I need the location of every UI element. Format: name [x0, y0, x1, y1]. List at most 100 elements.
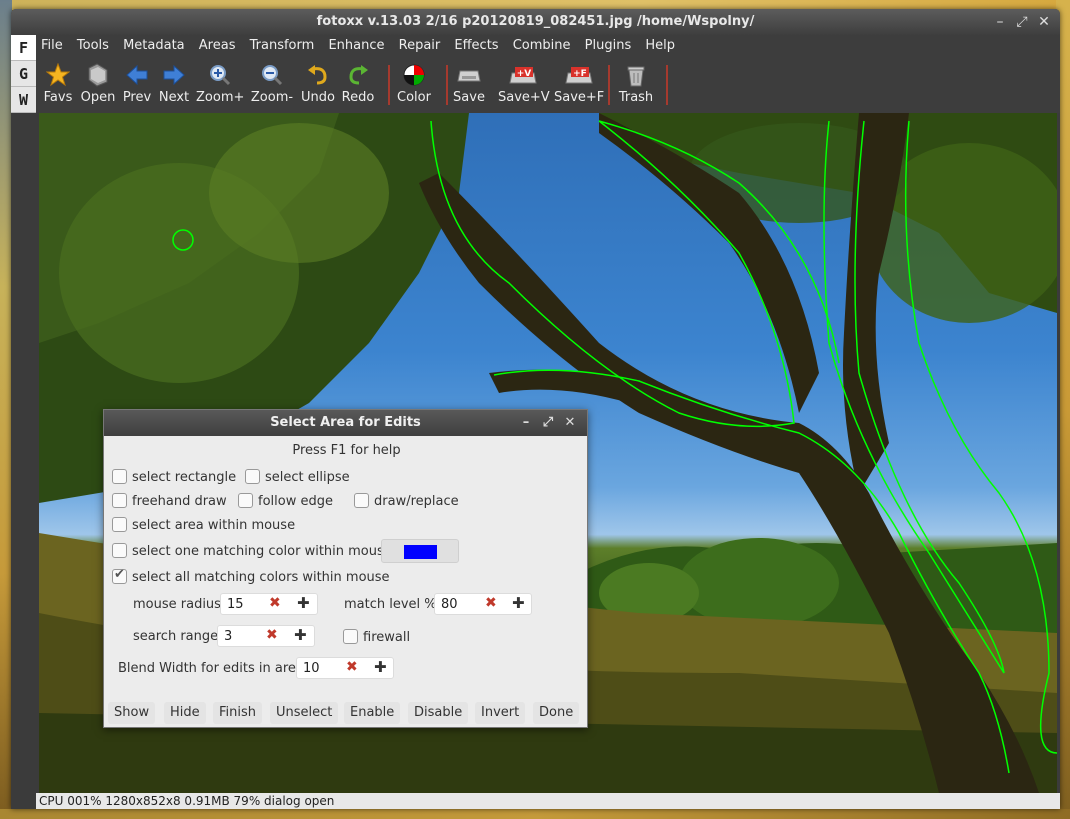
color-wheel-icon — [403, 64, 425, 86]
clear-icon[interactable]: ✖ — [269, 595, 281, 611]
checkbox-label: select ellipse — [265, 470, 350, 485]
checkbox-box[interactable] — [112, 493, 127, 508]
star-icon — [46, 63, 70, 87]
help-hint: Press F1 for help — [292, 443, 401, 458]
enable-button[interactable]: Enable — [344, 702, 401, 724]
checkbox-box[interactable] — [343, 629, 358, 644]
menu-plugins[interactable]: Plugins — [580, 35, 637, 57]
checkbox-box[interactable] — [354, 493, 369, 508]
checkbox-box[interactable] — [112, 543, 127, 558]
search-range-stepper[interactable]: 3 ✖ ✚ — [217, 625, 315, 647]
zoom-out-button[interactable]: Zoom- — [248, 61, 296, 107]
show-button[interactable]: Show — [108, 702, 156, 724]
next-button[interactable]: Next — [157, 61, 191, 107]
trash-button[interactable]: Trash — [616, 61, 656, 107]
plus-icon[interactable]: ✚ — [294, 626, 307, 644]
tab-world-map-view[interactable]: W — [11, 87, 36, 113]
menu-metadata[interactable]: Metadata — [118, 35, 190, 57]
arrow-left-icon — [126, 65, 148, 85]
zoom-in-button[interactable]: Zoom+ — [196, 61, 244, 107]
tab-file-view[interactable]: F — [11, 35, 36, 61]
invert-button[interactable]: Invert — [475, 702, 526, 724]
checkbox-box[interactable] — [112, 567, 127, 584]
menu-file[interactable]: File — [36, 35, 68, 57]
redo-icon — [349, 65, 368, 85]
finish-button[interactable]: Finish — [213, 702, 263, 724]
unselect-button[interactable]: Unselect — [270, 702, 339, 724]
menu-combine[interactable]: Combine — [508, 35, 576, 57]
select-all-colors-checkbox[interactable]: select all matching colors within mouse — [112, 567, 390, 585]
minimize-icon[interactable]: – — [989, 9, 1011, 35]
plus-icon[interactable]: ✚ — [374, 658, 387, 676]
checkbox-label: freehand draw — [132, 494, 227, 509]
mouse-radius-stepper[interactable]: 15 ✖ ✚ — [220, 593, 318, 615]
freehand-draw-checkbox[interactable]: freehand draw — [112, 493, 227, 509]
clear-icon[interactable]: ✖ — [346, 659, 358, 675]
menu-transform[interactable]: Transform — [245, 35, 320, 57]
dialog-title: Select Area for Edits — [270, 415, 421, 430]
menu-tools[interactable]: Tools — [72, 35, 114, 57]
select-one-color-checkbox[interactable]: select one matching color within mouse — [112, 543, 392, 559]
tab-gallery-view[interactable]: G — [11, 61, 36, 87]
checkbox-label: draw/replace — [374, 494, 459, 509]
blend-width-stepper[interactable]: 10 ✖ ✚ — [296, 657, 394, 679]
checkbox-box[interactable] — [245, 469, 260, 484]
favs-button[interactable]: Favs — [42, 61, 74, 107]
save-button[interactable]: Save — [452, 61, 486, 107]
mode-tabs: F G W — [11, 35, 36, 113]
blend-width-value[interactable]: 10 — [303, 661, 320, 676]
menu-enhance[interactable]: Enhance — [323, 35, 389, 57]
plus-icon[interactable]: ✚ — [297, 594, 310, 612]
hide-button[interactable]: Hide — [164, 702, 206, 724]
follow-edge-checkbox[interactable]: follow edge — [238, 493, 333, 509]
select-ellipse-checkbox[interactable]: select ellipse — [245, 469, 350, 485]
toolbar-separator — [608, 65, 610, 105]
arrow-right-icon — [163, 65, 185, 85]
match-level-stepper[interactable]: 80 ✖ ✚ — [434, 593, 532, 615]
trash-icon — [627, 66, 645, 87]
toolbar-separator — [666, 65, 668, 105]
menu-repair[interactable]: Repair — [394, 35, 446, 57]
save-file-button[interactable]: +F Save+F — [554, 61, 604, 107]
select-rectangle-checkbox[interactable]: select rectangle — [112, 469, 236, 485]
checkbox-box[interactable] — [112, 469, 127, 484]
checkbox-box[interactable] — [112, 517, 127, 532]
checkbox-label: firewall — [363, 630, 411, 645]
menu-help[interactable]: Help — [640, 35, 680, 57]
svg-text:+F: +F — [573, 69, 587, 79]
close-icon[interactable]: ✕ — [1033, 9, 1055, 35]
match-color-button[interactable] — [381, 539, 459, 563]
clear-icon[interactable]: ✖ — [266, 627, 278, 643]
maximize-icon[interactable]: ⤢ — [537, 410, 559, 436]
menu-areas[interactable]: Areas — [194, 35, 241, 57]
select-within-mouse-checkbox[interactable]: select area within mouse — [112, 517, 295, 533]
maximize-icon[interactable]: ⤢ — [1011, 9, 1033, 35]
match-level-value[interactable]: 80 — [441, 597, 458, 612]
draw-replace-checkbox[interactable]: draw/replace — [354, 493, 459, 509]
window-titlebar[interactable]: fotoxx v.13.03 2/16 p20120819_082451.jpg… — [11, 9, 1060, 35]
clear-icon[interactable]: ✖ — [485, 595, 497, 611]
menu-effects[interactable]: Effects — [449, 35, 503, 57]
undo-icon — [308, 65, 327, 85]
firewall-checkbox[interactable]: firewall — [343, 629, 410, 645]
minimize-icon[interactable]: – — [515, 410, 537, 436]
blend-width-label: Blend Width for edits in area — [118, 661, 304, 676]
done-button[interactable]: Done — [533, 702, 580, 724]
plus-icon[interactable]: ✚ — [512, 594, 525, 612]
prev-button[interactable]: Prev — [120, 61, 154, 107]
checkbox-box[interactable] — [238, 493, 253, 508]
dialog-titlebar[interactable]: Select Area for Edits – ⤢ ✕ — [104, 410, 587, 436]
mouse-radius-value[interactable]: 15 — [227, 597, 244, 612]
search-range-value[interactable]: 3 — [224, 629, 232, 644]
search-range-label: search range — [133, 629, 219, 644]
open-button[interactable]: Open — [78, 61, 118, 107]
disable-button[interactable]: Disable — [408, 702, 469, 724]
redo-button[interactable]: Redo — [339, 61, 377, 107]
disk-icon — [457, 70, 481, 82]
match-color-swatch — [404, 545, 437, 559]
svg-text:+V: +V — [517, 69, 532, 79]
undo-button[interactable]: Undo — [299, 61, 337, 107]
save-version-button[interactable]: +V Save+V — [498, 61, 550, 107]
color-button[interactable]: Color — [394, 61, 434, 107]
close-icon[interactable]: ✕ — [559, 410, 581, 436]
